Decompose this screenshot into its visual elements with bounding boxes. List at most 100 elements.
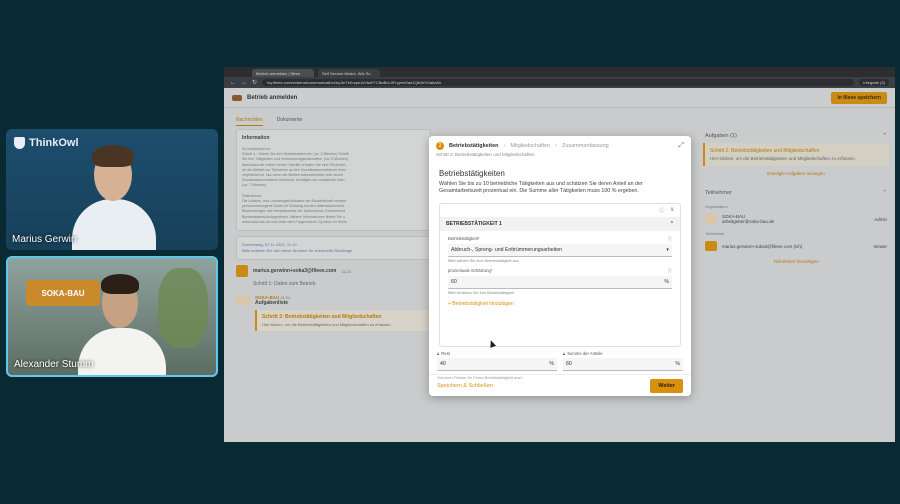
activity-section: ⓘ ⊻ BETRIEBSTÄTIGKEIT 1 ⌃ Betriebstätigke… <box>439 203 681 347</box>
stepper: 2 Betriebstätigkeiten › Mitgliedschaften… <box>429 136 691 150</box>
message-text: Bitte notieren Sie sich diese Nummer für… <box>242 248 353 254</box>
summary-fields: 🔒︎ Rest 40% 🔒︎ Summe der Anteile 60% <box>429 351 691 371</box>
section-header[interactable]: BETRIEBSTÄTIGKEIT 1 ⌃ <box>440 217 680 231</box>
avatar <box>236 265 248 278</box>
section-tools: ⓘ ⊻ <box>440 204 680 217</box>
help-icon[interactable]: ⓘ <box>668 268 672 274</box>
soka-avatar <box>705 214 717 224</box>
participant-row: SOKA-BAU arbeitgeber@soka-bau.de Admin <box>703 211 889 227</box>
add-activity-link[interactable]: + Betriebstätigkeit hinzufügen <box>440 295 680 313</box>
participant-row: marius.gerwinn+soka3@fileee.com (ich) Vi… <box>703 238 889 254</box>
task-title: Schritt 2: Betriebstätigkeiten und Mitgl… <box>262 314 382 321</box>
soka-message: SOKA-BAU 11:21 Aufgabenliste <box>236 295 431 306</box>
back-icon[interactable]: ← <box>230 80 236 86</box>
page-title: Betrieb anmelden <box>247 94 298 101</box>
logo-text: ThinkOwl <box>29 137 79 149</box>
step-current: Betriebstätigkeiten <box>449 143 499 149</box>
browser-tabbar: Betrieb anmelden | fileee Self Service M… <box>224 67 895 77</box>
soka-avatar <box>236 295 250 306</box>
tasks-header[interactable]: Aufgaben (1) ⌃ <box>703 129 889 143</box>
participants-header[interactable]: Teilnehmer ⌃ <box>703 186 889 200</box>
app-header: Betrieb anmelden In fileee speichern <box>224 88 895 108</box>
shared-screen: Betrieb anmelden | fileee Self Service M… <box>224 67 895 442</box>
step-badge: 2 <box>436 142 444 150</box>
side-task-title: Schritt 2: Betriebstätigkeiten und Mitgl… <box>710 148 820 154</box>
avatar <box>705 241 717 251</box>
chevron-up-icon: ⌃ <box>669 221 674 227</box>
browser-tab[interactable]: Self Service Modul- Wie Sc <box>318 69 380 77</box>
video-tile-alexander[interactable]: SOKA-BAU Alexander Stumm <box>6 256 218 377</box>
expand-icon[interactable]: ⤢ <box>678 142 684 150</box>
reference-card: Donnerstag, 07.11.2024, 11:19 Bitte noti… <box>236 236 431 261</box>
reload-icon[interactable]: ↻ <box>252 79 257 86</box>
rest-input: 40% <box>437 358 557 371</box>
message-panel: Information So funktioniert es: Schritt … <box>236 129 431 434</box>
tree-background <box>158 268 208 348</box>
step-next: Mitgliedschaften <box>510 143 551 149</box>
help-icon[interactable]: ⓘ <box>668 236 672 242</box>
shield-icon <box>14 137 25 149</box>
browser-urlbar: ← → ↻ my.fileee.com/external/communicati… <box>224 77 895 88</box>
content-tabs: Nachrichten Dokumente <box>236 117 302 126</box>
estimate-field: prozentuale Schätzung* ⓘ 60% Bitte schätz… <box>448 268 672 295</box>
org-email: arbeitgeber@soka-bau.de <box>722 219 775 224</box>
person-hair <box>92 145 134 167</box>
lock-icon: 🔒︎ <box>437 351 440 356</box>
soka-bau-sign: SOKA-BAU <box>26 280 100 306</box>
participant-name: Marius Gerwin <box>12 234 77 245</box>
help-icon[interactable]: ⓘ <box>659 207 664 214</box>
participant-email: marius.gerwinn+soka3@fileee.com (ich) <box>722 243 803 249</box>
task-list-label: Aufgabenliste <box>255 300 289 307</box>
show-done-tasks-link[interactable]: Erledigte Aufgaben anzeigen <box>703 171 889 176</box>
message-time: 11:21 <box>341 268 352 274</box>
task-description: Hier klicken, um die Betriebstätigkeiten… <box>262 322 392 328</box>
user-message: marius.gerwinn+soka3@fileee.com 11:21 <box>236 265 431 278</box>
next-button[interactable]: Weiter <box>650 378 683 393</box>
lock-icon: 🔒︎ <box>563 351 566 356</box>
chevron-right-icon: › <box>503 143 506 149</box>
chevron-up-icon: ⌃ <box>882 190 887 196</box>
dialog-description: Wählen Sie bis zu 10 betriebliche Tätigk… <box>439 181 643 194</box>
info-title: Information <box>242 135 270 141</box>
save-in-fileee-button[interactable]: In fileee speichern <box>831 91 887 104</box>
sum-field: 🔒︎ Summe der Anteile 60% <box>563 351 683 371</box>
forward-icon[interactable]: → <box>241 80 247 86</box>
chevron-down-icon: ▾ <box>666 247 669 253</box>
side-panel: Aufgaben (1) ⌃ Schritt 2: Betriebstätigke… <box>703 129 889 274</box>
task-card[interactable]: Schritt 2: Betriebstätigkeiten und Mitgl… <box>255 310 431 332</box>
browser-tab[interactable]: Betrieb anmelden | fileee <box>252 69 314 77</box>
participant-name: Alexander Stumm <box>14 359 94 370</box>
person-hair <box>101 274 139 294</box>
activity-select[interactable]: Abbruch-, Spreng- und Enttrümmerungsarbe… <box>448 244 672 257</box>
role-badge: Admin <box>874 216 887 222</box>
address-field[interactable]: my.fileee.com/external/communication/eyJ… <box>262 79 855 86</box>
soka-logo-icon <box>232 94 242 101</box>
delete-icon[interactable]: ⊻ <box>670 207 674 214</box>
side-task-card[interactable]: Schritt 2: Betriebstätigkeiten und Mitgl… <box>703 143 889 166</box>
chevron-right-icon: › <box>555 143 557 149</box>
dialog-footer: Speichern & Schließen Weiter <box>429 374 691 396</box>
tab-nachrichten[interactable]: Nachrichten <box>236 117 263 126</box>
video-tile-marius[interactable]: ThinkOwl Marius Gerwin <box>6 129 218 250</box>
info-text: So funktioniert es: Schritt 1 - Geben Si… <box>242 147 349 224</box>
step-last: Zusammenfassung <box>561 143 609 149</box>
activity-dialog: 2 Betriebstätigkeiten › Mitgliedschaften… <box>429 136 691 396</box>
rest-field: 🔒︎ Rest 40% <box>437 351 557 371</box>
thinkowl-logo: ThinkOwl <box>14 137 79 149</box>
sum-input: 60% <box>563 358 683 371</box>
add-participant-link[interactable]: Teilnehmer hinzufügen <box>703 259 889 264</box>
estimate-input[interactable]: 60% <box>448 276 672 289</box>
organisation-label: Organisation <box>705 204 728 209</box>
integrate-button[interactable]: Integrate (3) <box>859 79 889 86</box>
save-close-button[interactable]: Speichern & Schließen <box>437 383 493 389</box>
person-body <box>72 199 156 250</box>
chevron-up-icon: ⌃ <box>882 133 887 139</box>
step-one-link[interactable]: Schritt 1: Daten zum Betrieb <box>253 281 431 287</box>
dialog-title: Betriebstätigkeiten <box>439 169 505 178</box>
activity-field: Betriebstätigkeit* ⓘ Abbruch-, Spreng- un… <box>448 236 672 263</box>
side-task-desc: Hier klicken, um die Betriebstätigkeiten… <box>710 156 856 161</box>
info-card: Information So funktioniert es: Schritt … <box>236 129 431 232</box>
participant-label: Teilnehmer <box>705 231 725 236</box>
tab-dokumente[interactable]: Dokumente <box>277 117 303 126</box>
dialog-subtitle: Schritt 2: Betriebstätigkeiten und Mitgl… <box>436 152 535 157</box>
